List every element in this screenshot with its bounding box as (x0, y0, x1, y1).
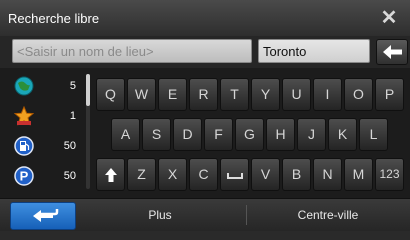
key-d[interactable]: D (173, 118, 202, 151)
return-arrow-icon (33, 209, 59, 222)
city-field[interactable]: Toronto (258, 39, 370, 63)
key-w[interactable]: W (127, 78, 156, 111)
gas-station-icon (14, 136, 34, 156)
key-t[interactable]: T (220, 78, 249, 111)
key-i[interactable]: I (313, 78, 342, 111)
key-p[interactable]: P (375, 78, 404, 111)
key-h[interactable]: H (266, 118, 295, 151)
key-x[interactable]: X (158, 158, 187, 191)
shift-arrow-icon (104, 168, 117, 182)
key-o[interactable]: O (344, 78, 373, 111)
divider (246, 205, 247, 225)
key-l[interactable]: L (359, 118, 388, 151)
svg-text:P: P (20, 169, 29, 184)
category-count: 50 (63, 140, 76, 152)
key-c[interactable]: C (189, 158, 218, 191)
key-y[interactable]: Y (251, 78, 280, 111)
key-m[interactable]: M (344, 158, 373, 191)
backspace-arrow-icon (383, 45, 402, 59)
category-item-gas-station[interactable]: 50 (6, 134, 84, 160)
key-g[interactable]: G (235, 118, 264, 151)
back-button[interactable] (10, 202, 76, 230)
search-input[interactable] (12, 39, 252, 63)
category-item-favorites[interactable]: 1 (6, 104, 84, 130)
close-icon: ✕ (380, 7, 398, 29)
globe-icon (14, 76, 34, 96)
key-z[interactable]: Z (127, 158, 156, 191)
key-123[interactable]: 123 (375, 158, 404, 191)
page-title: Recherche libre (8, 11, 100, 26)
category-item-globe[interactable]: 5 (6, 74, 84, 100)
bottom-bar: Plus Centre-ville (0, 198, 410, 231)
space-key[interactable] (220, 158, 249, 191)
title-bar: Recherche libre ✕ (0, 0, 410, 37)
key-s[interactable]: S (142, 118, 171, 151)
key-k[interactable]: K (328, 118, 357, 151)
close-button[interactable]: ✕ (376, 5, 402, 31)
category-count: 1 (69, 110, 76, 122)
centre-ville-button[interactable]: Centre-ville (250, 202, 406, 228)
key-a[interactable]: A (111, 118, 140, 151)
plus-button[interactable]: Plus (78, 202, 242, 228)
star-icon (14, 106, 34, 126)
key-v[interactable]: V (251, 158, 280, 191)
key-u[interactable]: U (282, 78, 311, 111)
space-icon (226, 173, 243, 179)
key-f[interactable]: F (204, 118, 233, 151)
key-r[interactable]: R (189, 78, 218, 111)
category-item-parking[interactable]: P 50 (6, 164, 84, 190)
backspace-button[interactable] (376, 39, 408, 65)
on-screen-keyboard: Q W E R T Y U I O P A S D F G H J K L Z … (90, 74, 410, 196)
category-count: 50 (63, 170, 76, 182)
key-j[interactable]: J (297, 118, 326, 151)
input-row: Toronto (0, 36, 410, 68)
key-n[interactable]: N (313, 158, 342, 191)
category-count: 5 (69, 80, 76, 92)
key-e[interactable]: E (158, 78, 187, 111)
key-b[interactable]: B (282, 158, 311, 191)
shift-key[interactable] (96, 158, 125, 191)
parking-icon: P (14, 166, 34, 186)
footer-strip (0, 231, 410, 240)
category-list: 5 1 50 P 50 (6, 74, 84, 194)
key-q[interactable]: Q (96, 78, 125, 111)
